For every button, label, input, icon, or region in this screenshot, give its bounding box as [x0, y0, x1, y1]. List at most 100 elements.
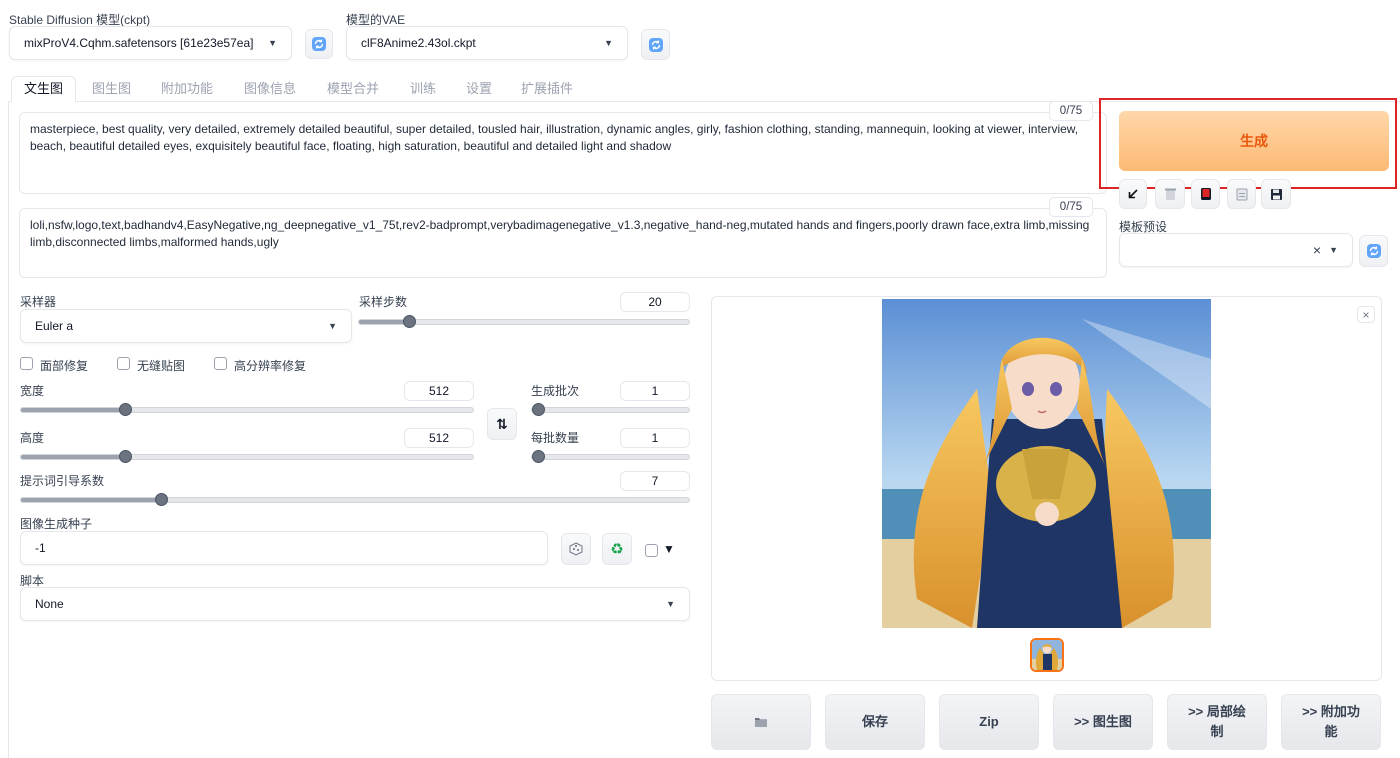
close-gallery-button[interactable]: ×	[1357, 306, 1375, 323]
refresh-icon	[648, 37, 663, 52]
height-input[interactable]: 512	[404, 428, 474, 448]
tab-merge[interactable]: 模型合并	[327, 80, 379, 102]
height-label: 高度	[20, 431, 45, 445]
clear-prompt-button[interactable]	[1155, 179, 1185, 209]
clipboard-icon	[1236, 188, 1247, 200]
paste-params-button[interactable]	[1119, 179, 1147, 209]
cfg-input[interactable]: 7	[620, 471, 690, 491]
apply-style-button[interactable]	[1227, 179, 1256, 209]
send-to-extras-button[interactable]: >> 附加功能	[1281, 694, 1381, 750]
batch-size-slider[interactable]	[531, 450, 690, 463]
hires-fix-label: 高分辨率修复	[234, 359, 307, 373]
zip-button[interactable]: Zip	[939, 694, 1039, 750]
chevron-down-icon: ▼	[268, 38, 277, 48]
clear-icon[interactable]: ×	[1313, 242, 1321, 258]
floppy-disk-icon	[1270, 188, 1282, 200]
reuse-seed-button[interactable]: ♻	[602, 533, 632, 565]
swap-dimensions-button[interactable]: ⇅	[487, 408, 517, 440]
negative-token-counter: 0/75	[1049, 197, 1093, 217]
vae-select[interactable]: clF8Anime2.43ol.ckpt ▼	[346, 26, 628, 60]
positive-token-counter: 0/75	[1049, 101, 1093, 121]
vae-select-value: clF8Anime2.43ol.ckpt	[361, 36, 476, 50]
trash-icon	[1164, 188, 1176, 200]
model-select[interactable]: mixProV4.Cqhm.safetensors [61e23e57ea] ▼	[9, 26, 292, 60]
height-slider-fill	[21, 455, 125, 459]
face-restore-checkbox[interactable]	[20, 357, 33, 370]
batch-count-slider-handle[interactable]	[532, 403, 545, 416]
send-to-inpaint-button[interactable]: >> 局部绘制	[1167, 694, 1267, 750]
batch-count-label: 生成批次	[531, 384, 580, 398]
tab-settings[interactable]: 设置	[466, 80, 492, 102]
styles-select[interactable]: × ▼	[1119, 233, 1353, 267]
batch-size-label: 每批数量	[531, 431, 580, 445]
batch-count-input[interactable]: 1	[620, 381, 690, 401]
tab-train[interactable]: 训练	[410, 80, 436, 102]
refresh-vae-button[interactable]	[641, 29, 670, 60]
steps-slider-handle[interactable]	[402, 315, 416, 328]
steps-label: 采样步数	[359, 295, 408, 309]
generated-image[interactable]	[882, 299, 1211, 628]
height-slider[interactable]	[20, 450, 474, 463]
sampler-select-value: Euler a	[35, 319, 74, 333]
highlight-box	[1099, 98, 1397, 189]
script-select[interactable]: None ▼	[20, 587, 690, 621]
extra-seed-checkbox[interactable]	[645, 544, 658, 557]
hires-fix-checkbox[interactable]	[214, 357, 227, 370]
save-style-button[interactable]	[1261, 179, 1291, 209]
cfg-slider[interactable]	[20, 493, 690, 506]
chevron-down-icon: ▼	[328, 321, 337, 331]
chevron-down-icon: ▼	[666, 599, 675, 609]
tab-txt2img[interactable]: 文生图	[11, 76, 77, 102]
seed-label: 图像生成种子	[20, 517, 93, 531]
save-button[interactable]: 保存	[825, 694, 925, 750]
refresh-icon	[1366, 244, 1381, 258]
swap-arrows-icon: ⇅	[496, 415, 508, 432]
steps-input[interactable]: 20	[620, 292, 690, 312]
arrow-down-left-icon	[1128, 189, 1138, 199]
sampler-label: 采样器	[20, 295, 57, 309]
width-slider-fill	[21, 408, 125, 412]
positive-prompt-input[interactable]: masterpiece, best quality, very detailed…	[19, 112, 1107, 194]
content-frame-border	[8, 101, 9, 758]
width-input[interactable]: 512	[404, 381, 474, 401]
folder-icon	[755, 718, 767, 727]
tab-img2img[interactable]: 图生图	[92, 80, 131, 102]
anime-girl-illustration	[882, 299, 1211, 628]
script-select-value: None	[35, 597, 64, 611]
negative-prompt-input[interactable]: loli,nsfw,logo,text,badhandv4,EasyNegati…	[19, 208, 1107, 278]
tab-extras[interactable]: 附加功能	[161, 80, 213, 102]
tiling-label: 无缝贴图	[137, 359, 186, 373]
thumbnail-image	[1032, 640, 1062, 670]
cfg-slider-handle[interactable]	[155, 493, 169, 506]
caret-down-icon[interactable]: ▼	[663, 542, 675, 556]
cfg-slider-fill	[21, 498, 162, 502]
recycle-icon: ♻	[610, 541, 624, 558]
steps-slider[interactable]	[358, 315, 690, 328]
refresh-styles-button[interactable]	[1359, 235, 1388, 267]
steps-slider-fill	[359, 320, 409, 324]
face-restore-label: 面部修复	[40, 359, 89, 373]
seed-input[interactable]: -1	[20, 531, 548, 565]
batch-size-slider-handle[interactable]	[532, 450, 545, 463]
cfg-label: 提示词引导系数	[20, 474, 105, 488]
chevron-down-icon: ▼	[1329, 245, 1338, 255]
show-extra-networks-button[interactable]	[1191, 179, 1220, 209]
send-to-img2img-button[interactable]: >> 图生图	[1053, 694, 1153, 750]
chevron-down-icon: ▼	[604, 38, 613, 48]
width-slider-handle[interactable]	[118, 403, 132, 416]
random-seed-button[interactable]	[561, 533, 591, 565]
refresh-model-button[interactable]	[305, 29, 333, 59]
open-folder-button[interactable]	[711, 694, 811, 750]
sampler-select[interactable]: Euler a ▼	[20, 309, 352, 343]
width-label: 宽度	[20, 384, 45, 398]
thumbnail-selected[interactable]	[1030, 638, 1064, 672]
seed-input-value: -1	[35, 541, 46, 555]
tiling-checkbox[interactable]	[117, 357, 130, 370]
height-slider-handle[interactable]	[118, 450, 132, 463]
tab-extensions[interactable]: 扩展插件	[521, 80, 573, 102]
tab-png-info[interactable]: 图像信息	[244, 80, 296, 102]
batch-size-input[interactable]: 1	[620, 428, 690, 448]
width-slider[interactable]	[20, 403, 474, 416]
refresh-icon	[312, 37, 326, 51]
batch-count-slider[interactable]	[531, 403, 690, 416]
